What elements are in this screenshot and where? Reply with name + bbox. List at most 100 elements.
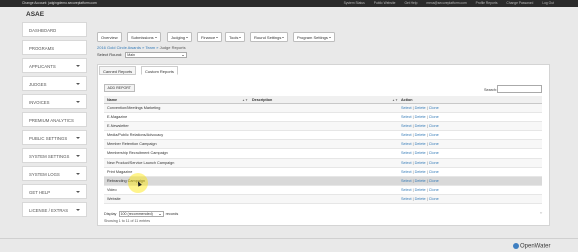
select-link[interactable]: Select [401, 161, 412, 165]
delete-link[interactable]: Delete [415, 106, 426, 110]
clone-link[interactable]: Clone [429, 170, 439, 174]
clone-link[interactable]: Clone [429, 161, 439, 165]
clone-link[interactable]: Clone [429, 151, 439, 155]
breadcrumb-current: Judge Reports [159, 45, 186, 50]
report-name: Convention/Meetings Marketing [107, 106, 161, 110]
table-row: Member Retention Campaign Select | Delete… [104, 140, 542, 150]
sidebar-item-dashboard[interactable]: DASHBOARD [22, 22, 87, 37]
sidebar-item-programs[interactable]: PROGRAMS [22, 40, 87, 55]
clone-link[interactable]: Clone [429, 142, 439, 146]
delete-link[interactable]: Delete [415, 115, 426, 119]
delete-link[interactable]: Delete [415, 133, 426, 137]
select-link[interactable]: Select [401, 115, 412, 119]
top-link-change-password[interactable]: Change Password [506, 1, 533, 5]
sidebar-item-system-logs[interactable]: SYSTEM LOGS [22, 166, 87, 181]
delete-link[interactable]: Delete [415, 142, 426, 146]
top-link-system-status[interactable]: System Status [344, 1, 365, 5]
chevron-down-icon [76, 65, 80, 67]
sidebar-item-get-help[interactable]: GET HELP [22, 184, 87, 199]
sort-icon[interactable]: ▲▼ [392, 98, 398, 102]
caret-down-icon [186, 37, 189, 39]
column-header-description[interactable]: Description [252, 96, 272, 104]
breadcrumb-program[interactable]: 2016 Gold Circle Awards [97, 45, 141, 50]
nav-label: Judging [171, 35, 186, 40]
select-link[interactable]: Select [401, 133, 412, 137]
top-link-user-email[interactable]: mexa@secureplatform.com [426, 1, 466, 5]
clone-link[interactable]: Clone [429, 115, 439, 119]
report-name: Website [107, 196, 121, 201]
breadcrumb-team[interactable]: Team [145, 45, 155, 50]
select-link[interactable]: Select [401, 179, 412, 183]
sidebar-item-invoices[interactable]: INVOICES [22, 94, 87, 109]
watermark-text: OpenWater [520, 243, 551, 250]
sidebar-item-judges[interactable]: JUDGES [22, 76, 87, 91]
clone-link[interactable]: Clone [429, 124, 439, 128]
select-link[interactable]: Select [401, 197, 412, 201]
select-link[interactable]: Select [401, 170, 412, 174]
table-row: E-Newsletter Select | Delete | Clone [104, 122, 542, 132]
select-link[interactable]: Select [401, 188, 412, 192]
chevron-down-icon [76, 155, 80, 157]
delete-link[interactable]: Delete [415, 151, 426, 155]
column-header-action[interactable]: Action [401, 96, 412, 104]
clone-link[interactable]: Clone [429, 106, 439, 110]
nav-label: Tools [229, 35, 239, 40]
delete-link[interactable]: Delete [415, 197, 426, 201]
select-link[interactable]: Select [401, 151, 412, 155]
clone-link[interactable]: Clone [429, 133, 439, 137]
caret-down-icon [239, 37, 242, 39]
nav-judging-button[interactable]: Judging [167, 32, 193, 42]
sidebar-item-public-settings[interactable]: PUBLIC SETTINGS [22, 130, 87, 145]
delete-link[interactable]: Delete [415, 179, 426, 183]
nav-label: Submissions [131, 35, 154, 40]
nav-round-settings-button[interactable]: Round Settings [250, 32, 289, 42]
table-row: Media/Public Relations/Advocacy Select | … [104, 131, 542, 141]
top-link-public-website[interactable]: Public Website [374, 1, 396, 5]
nav-label: Round Settings [254, 35, 282, 40]
sidebar-item-applicants[interactable]: APPLICANTS [22, 58, 87, 73]
clone-link[interactable]: Clone [429, 179, 439, 183]
nav-program-settings-button[interactable]: Program Settings [293, 32, 335, 42]
select-link[interactable]: Select [401, 124, 412, 128]
report-name: Video [107, 187, 117, 192]
table-row: E-Magazine Select | Delete | Clone [104, 113, 542, 123]
top-link-profile-reports[interactable]: Profile Reports [476, 1, 498, 5]
sidebar-item-label: SYSTEM LOGS [29, 172, 60, 177]
top-bar: Change Account: judgingdemo.secureplatfo… [0, 0, 578, 7]
sort-icon[interactable]: ▲▼ [242, 98, 248, 102]
tab-custom-reports[interactable]: Custom Reports [141, 66, 178, 75]
top-links: System Status Public Website Get Help me… [336, 0, 554, 7]
top-link-log-out[interactable]: Log Out [542, 1, 554, 5]
brand-logo-text: ASAE [26, 11, 45, 18]
records-per-page-select[interactable]: 100 (recommended) [118, 211, 164, 217]
clone-link[interactable]: Clone [429, 197, 439, 201]
table-header: Name ▲▼ Description ▲▼ Action [104, 96, 542, 104]
delete-link[interactable]: Delete [415, 161, 426, 165]
sidebar-item-system-settings[interactable]: SYSTEM SETTINGS [22, 148, 87, 163]
pagination[interactable]: ‹› [540, 211, 542, 215]
search-label: Search: [484, 88, 498, 92]
sidebar-item-label: PROGRAMS [29, 46, 55, 51]
select-link[interactable]: Select [401, 142, 412, 146]
nav-tools-button[interactable]: Tools [225, 32, 246, 42]
nav-finance-button[interactable]: Finance [197, 32, 223, 42]
change-account-link[interactable]: Change Account: judgingdemo.secureplatfo… [22, 0, 97, 7]
select-link[interactable]: Select [401, 106, 412, 110]
add-report-button[interactable]: ADD REPORT [104, 84, 135, 92]
delete-link[interactable]: Delete [415, 188, 426, 192]
nav-overview-button[interactable]: Overview [97, 32, 122, 42]
column-header-name[interactable]: Name [107, 96, 117, 104]
search-input[interactable] [497, 85, 542, 93]
round-select[interactable]: Main [125, 52, 188, 58]
nav-submissions-button[interactable]: Submissions [127, 32, 161, 42]
top-link-get-help[interactable]: Get Help [404, 1, 417, 5]
sidebar-item-license-extras[interactable]: LICENSE / EXTRAS [22, 202, 87, 217]
delete-link[interactable]: Delete [415, 170, 426, 174]
table-row: Website Select | Delete | Clone [104, 194, 542, 205]
tab-canned-reports[interactable]: Canned Reports [99, 66, 137, 75]
clone-link[interactable]: Clone [429, 188, 439, 192]
chevron-down-icon [76, 83, 80, 85]
caret-down-icon [154, 37, 157, 39]
sidebar-item-premium-analytics[interactable]: PREMIUM ANALYTICS [22, 112, 87, 127]
delete-link[interactable]: Delete [415, 124, 426, 128]
